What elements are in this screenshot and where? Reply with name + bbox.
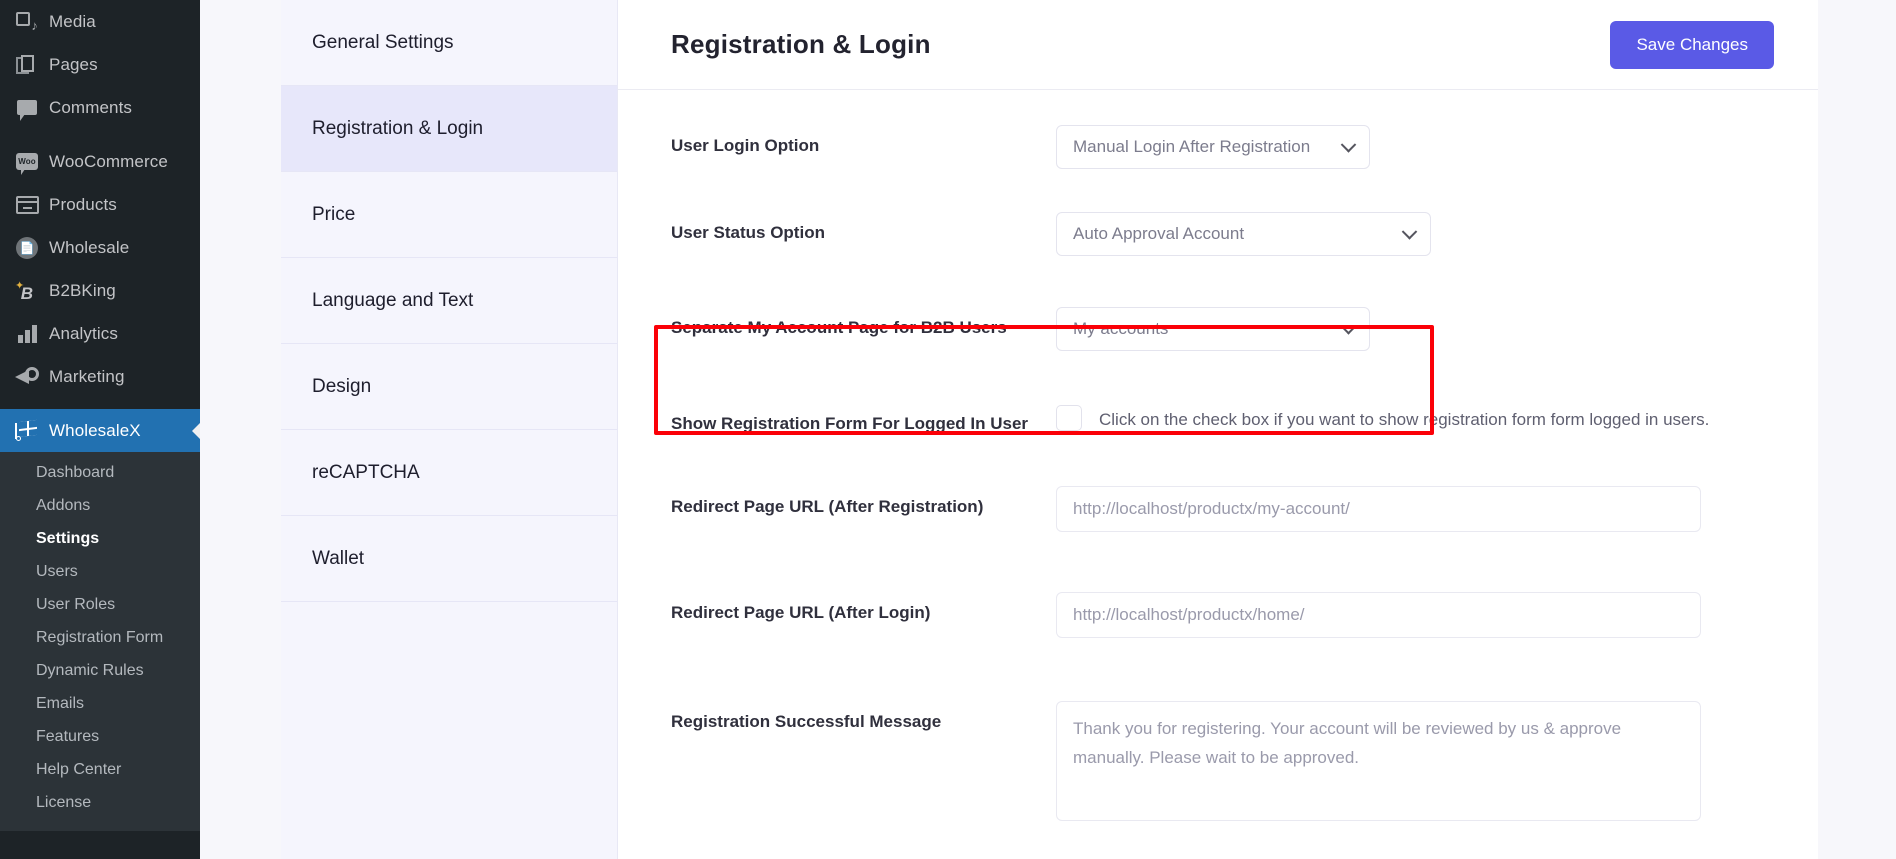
submenu-item-settings[interactable]: Settings [0, 522, 200, 555]
separate-my-account-page-select[interactable]: My accounts [1056, 307, 1370, 351]
show-registration-form-checkbox[interactable] [1056, 405, 1082, 431]
tab-label: Wallet [312, 547, 365, 569]
field-label: Show Registration Form For Logged In Use… [671, 414, 1029, 433]
input-placeholder: http://localhost/productx/my-account/ [1073, 499, 1350, 518]
wp-admin-sidebar: ♪ Media Pages Comments Woo WooCommerce P… [0, 0, 200, 859]
tab-price[interactable]: Price [281, 172, 617, 258]
tab-label: Design [312, 375, 372, 397]
save-changes-button[interactable]: Save Changes [1610, 20, 1774, 69]
sidebar-item-products[interactable]: Products [0, 183, 200, 226]
field-user-login-option: User Login Option Manual Login After Reg… [618, 125, 1818, 169]
submenu-item-license[interactable]: License [0, 786, 200, 819]
input-placeholder: http://localhost/productx/home/ [1073, 605, 1305, 624]
admin-screen: ♪ Media Pages Comments Woo WooCommerce P… [0, 0, 1896, 859]
sidebar-item-label: Marketing [49, 366, 125, 386]
select-value: Auto Approval Account [1073, 224, 1245, 243]
field-registration-successful-message: Registration Successful Message Thank yo… [618, 701, 1818, 821]
tab-general-settings[interactable]: General Settings [281, 0, 617, 86]
field-show-registration-form: Show Registration Form For Logged In Use… [618, 403, 1818, 441]
woocommerce-icon: Woo [10, 153, 44, 175]
sidebar-item-label: Analytics [49, 323, 118, 343]
media-icon: ♪ [10, 11, 44, 32]
marketing-icon [10, 366, 44, 386]
tab-wallet[interactable]: Wallet [281, 516, 617, 602]
redirect-after-login-input[interactable]: http://localhost/productx/home/ [1056, 592, 1701, 638]
submenu-item-emails[interactable]: Emails [0, 687, 200, 720]
tab-registration-login[interactable]: Registration & Login [281, 86, 617, 172]
tab-label: General Settings [312, 31, 454, 53]
registration-successful-message-textarea[interactable]: Thank you for registering. Your account … [1056, 701, 1701, 821]
sidebar-item-label: Products [49, 194, 117, 214]
field-separate-my-account-page: Separate My Account Page for B2B Users M… [618, 307, 1818, 351]
tab-label: reCAPTCHA [312, 461, 420, 483]
submenu-item-addons[interactable]: Addons [0, 489, 200, 522]
submenu-item-dynamic-rules[interactable]: Dynamic Rules [0, 654, 200, 687]
sidebar-item-marketing[interactable]: Marketing [0, 355, 200, 398]
sidebar-item-wholesale[interactable]: 📄 Wholesale [0, 226, 200, 269]
field-label: Separate My Account Page for B2B Users [671, 318, 1007, 337]
redirect-after-registration-input[interactable]: http://localhost/productx/my-account/ [1056, 486, 1701, 532]
submenu-item-registration-form[interactable]: Registration Form [0, 621, 200, 654]
settings-tabs-panel: General Settings Registration & Login Pr… [281, 0, 618, 859]
sidebar-item-pages[interactable]: Pages [0, 43, 200, 86]
sidebar-item-b2bking[interactable]: ✦ B B2BKing [0, 269, 200, 312]
products-icon [10, 195, 44, 214]
sidebar-item-label: Media [49, 11, 96, 31]
sidebar-item-label: Pages [49, 54, 98, 74]
wholesalex-icon [10, 419, 44, 441]
b2bking-icon: ✦ B [15, 279, 34, 303]
submenu-item-help-center[interactable]: Help Center [0, 753, 200, 786]
tab-design[interactable]: Design [281, 344, 617, 430]
tab-label: Language and Text [312, 289, 474, 311]
sidebar-item-woocommerce[interactable]: Woo WooCommerce [0, 140, 200, 183]
field-redirect-after-login: Redirect Page URL (After Login) http://l… [618, 592, 1818, 638]
field-label: User Login Option [671, 136, 820, 155]
sidebar-item-label: WooCommerce [49, 151, 168, 171]
field-label: Registration Successful Message [671, 712, 942, 731]
tab-label: Registration & Login [312, 117, 484, 139]
settings-content-panel: Registration & Login Save Changes User L… [618, 0, 1818, 859]
content-header: Registration & Login Save Changes [618, 0, 1818, 90]
wholesale-icon: 📄 [10, 236, 44, 259]
sidebar-item-comments[interactable]: Comments [0, 86, 200, 129]
select-value: My accounts [1073, 319, 1169, 338]
tab-label: Price [312, 203, 356, 225]
page-title: Registration & Login [671, 29, 931, 59]
user-status-option-select[interactable]: Auto Approval Account [1056, 212, 1431, 256]
sidebar-item-media[interactable]: ♪ Media [0, 0, 200, 43]
submenu-item-user-roles[interactable]: User Roles [0, 588, 200, 621]
sidebar-item-label: Comments [49, 97, 132, 117]
submenu-item-dashboard[interactable]: Dashboard [0, 456, 200, 489]
tab-recaptcha[interactable]: reCAPTCHA [281, 430, 617, 516]
wholesalex-submenu: Dashboard Addons Settings Users User Rol… [0, 452, 200, 831]
comments-icon [10, 100, 44, 121]
chevron-down-icon [1340, 319, 1357, 335]
chevron-down-icon [1401, 224, 1418, 240]
user-login-option-select[interactable]: Manual Login After Registration [1056, 125, 1370, 169]
sidebar-item-label: Wholesale [49, 237, 130, 257]
checkbox-description: Click on the check box if you want to sh… [1099, 410, 1710, 429]
submenu-item-users[interactable]: Users [0, 555, 200, 588]
field-label: Redirect Page URL (After Login) [671, 603, 931, 622]
field-user-status-option: User Status Option Auto Approval Account [618, 212, 1818, 256]
field-redirect-after-registration: Redirect Page URL (After Registration) h… [618, 486, 1818, 532]
chevron-down-icon [1340, 137, 1357, 153]
analytics-icon [10, 324, 44, 343]
sidebar-item-label: B2BKing [49, 280, 116, 300]
field-label: Redirect Page URL (After Registration) [671, 497, 984, 516]
select-value: Manual Login After Registration [1073, 137, 1311, 156]
field-label: User Status Option [671, 223, 825, 242]
submenu-item-features[interactable]: Features [0, 720, 200, 753]
pages-icon [10, 54, 44, 75]
sidebar-item-analytics[interactable]: Analytics [0, 312, 200, 355]
sidebar-item-wholesalex[interactable]: WholesaleX [0, 409, 200, 452]
settings-form: User Login Option Manual Login After Reg… [618, 125, 1818, 821]
sidebar-item-label: WholesaleX [49, 420, 141, 440]
textarea-placeholder: Thank you for registering. Your account … [1073, 719, 1622, 767]
tab-language-and-text[interactable]: Language and Text [281, 258, 617, 344]
